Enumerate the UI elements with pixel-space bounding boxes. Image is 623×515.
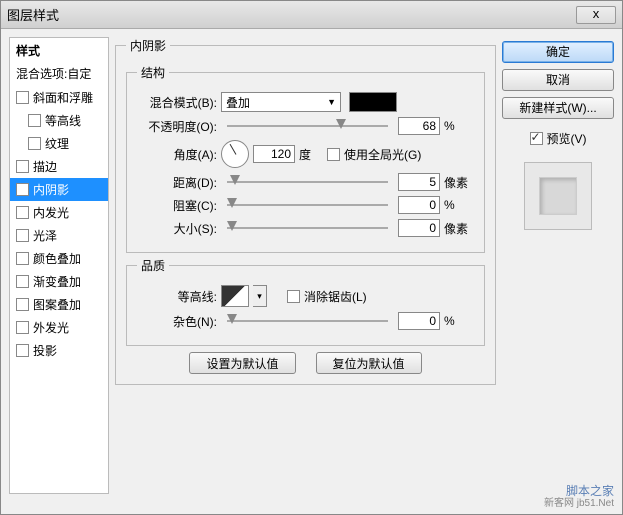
blendmode-label: 混合模式(B):: [137, 94, 217, 111]
sidebar-item-7[interactable]: 颜色叠加: [10, 247, 108, 270]
sidebar-header: 样式: [10, 38, 108, 63]
opacity-unit: %: [444, 119, 474, 133]
new-style-button[interactable]: 新建样式(W)...: [502, 97, 614, 119]
sidebar-checkbox-6[interactable]: [16, 229, 29, 242]
sidebar-label-2: 纹理: [45, 135, 69, 152]
cancel-button[interactable]: 取消: [502, 69, 614, 91]
sidebar-label-1: 等高线: [45, 112, 81, 129]
structure-fieldset: 结构 混合模式(B): 叠加 不透明度(O): 68 % 角度(A):: [126, 64, 485, 253]
angle-unit: 度: [299, 146, 311, 163]
size-input[interactable]: 0: [398, 219, 440, 237]
sidebar-item-9[interactable]: 图案叠加: [10, 293, 108, 316]
sidebar-label-0: 斜面和浮雕: [33, 89, 93, 106]
size-label: 大小(S):: [137, 220, 217, 237]
global-light-label: 使用全局光(G): [344, 146, 421, 163]
contour-picker[interactable]: [221, 285, 249, 307]
sidebar-item-6[interactable]: 光泽: [10, 224, 108, 247]
sidebar-checkbox-1[interactable]: [28, 114, 41, 127]
sidebar-label-9: 图案叠加: [33, 296, 81, 313]
blendmode-select[interactable]: 叠加: [221, 92, 341, 112]
close-button[interactable]: x: [576, 6, 616, 24]
set-default-button[interactable]: 设置为默认值: [189, 352, 295, 374]
quality-legend: 品质: [137, 257, 169, 274]
ok-button[interactable]: 确定: [502, 41, 614, 63]
sidebar-checkbox-4[interactable]: [16, 183, 29, 196]
structure-legend: 结构: [137, 64, 169, 81]
sidebar-label-8: 渐变叠加: [33, 273, 81, 290]
sidebar-item-10[interactable]: 外发光: [10, 316, 108, 339]
sidebar-label-10: 外发光: [33, 319, 69, 336]
sidebar-label-3: 描边: [33, 158, 57, 175]
distance-unit: 像素: [444, 174, 474, 191]
window-title: 图层样式: [7, 5, 576, 24]
contour-dropdown[interactable]: [253, 285, 267, 307]
panel-title: 内阴影: [126, 37, 170, 54]
main-fieldset: 内阴影 结构 混合模式(B): 叠加 不透明度(O): 68 %: [115, 37, 496, 385]
size-slider[interactable]: [227, 221, 388, 235]
sidebar-item-1[interactable]: 等高线: [10, 109, 108, 132]
sidebar-checkbox-10[interactable]: [16, 321, 29, 334]
sidebar-label-6: 光泽: [33, 227, 57, 244]
sidebar-checkbox-2[interactable]: [28, 137, 41, 150]
sidebar-item-5[interactable]: 内发光: [10, 201, 108, 224]
sidebar-checkbox-7[interactable]: [16, 252, 29, 265]
noise-label: 杂色(N):: [137, 313, 217, 330]
opacity-label: 不透明度(O):: [137, 118, 217, 135]
sidebar-item-4[interactable]: 内阴影: [10, 178, 108, 201]
settings-panel: 内阴影 结构 混合模式(B): 叠加 不透明度(O): 68 %: [115, 37, 496, 494]
titlebar[interactable]: 图层样式 x: [1, 1, 622, 29]
reset-default-button[interactable]: 复位为默认值: [316, 352, 422, 374]
sidebar-label-7: 颜色叠加: [33, 250, 81, 267]
sidebar-checkbox-5[interactable]: [16, 206, 29, 219]
sidebar-item-0[interactable]: 斜面和浮雕: [10, 86, 108, 109]
sidebar-item-8[interactable]: 渐变叠加: [10, 270, 108, 293]
choke-unit: %: [444, 198, 474, 212]
sidebar-label-4: 内阴影: [33, 181, 69, 198]
sidebar-item-11[interactable]: 投影: [10, 339, 108, 362]
right-panel: 确定 取消 新建样式(W)... 预览(V): [502, 37, 614, 494]
distance-label: 距离(D):: [137, 174, 217, 191]
size-unit: 像素: [444, 220, 474, 237]
sidebar-item-2[interactable]: 纹理: [10, 132, 108, 155]
sidebar-checkbox-8[interactable]: [16, 275, 29, 288]
color-swatch[interactable]: [349, 92, 397, 112]
sidebar-checkbox-11[interactable]: [16, 344, 29, 357]
blending-options[interactable]: 混合选项:自定: [10, 63, 108, 86]
angle-dial[interactable]: [221, 140, 249, 168]
global-light-checkbox[interactable]: [327, 148, 340, 161]
opacity-input[interactable]: 68: [398, 117, 440, 135]
choke-label: 阻塞(C):: [137, 197, 217, 214]
noise-input[interactable]: 0: [398, 312, 440, 330]
sidebar-checkbox-0[interactable]: [16, 91, 29, 104]
sidebar-label-11: 投影: [33, 342, 57, 359]
choke-slider[interactable]: [227, 198, 388, 212]
noise-slider[interactable]: [227, 314, 388, 328]
distance-input[interactable]: 5: [398, 173, 440, 191]
preview-box: [524, 162, 592, 230]
sidebar-item-3[interactable]: 描边: [10, 155, 108, 178]
opacity-slider[interactable]: [227, 119, 388, 133]
styles-sidebar: 样式 混合选项:自定 斜面和浮雕等高线纹理描边内阴影内发光光泽颜色叠加渐变叠加图…: [9, 37, 109, 494]
contour-label: 等高线:: [137, 288, 217, 305]
choke-input[interactable]: 0: [398, 196, 440, 214]
layer-style-dialog: 图层样式 x 样式 混合选项:自定 斜面和浮雕等高线纹理描边内阴影内发光光泽颜色…: [0, 0, 623, 515]
distance-slider[interactable]: [227, 175, 388, 189]
angle-input[interactable]: 120: [253, 145, 295, 163]
quality-fieldset: 品质 等高线: 消除锯齿(L) 杂色(N): 0 %: [126, 257, 485, 346]
sidebar-checkbox-3[interactable]: [16, 160, 29, 173]
sidebar-checkbox-9[interactable]: [16, 298, 29, 311]
preview-swatch: [539, 177, 577, 215]
noise-unit: %: [444, 314, 474, 328]
watermark: 脚本之家 新客网 jb51.Net: [544, 484, 614, 510]
preview-checkbox[interactable]: [530, 132, 543, 145]
antialias-checkbox[interactable]: [287, 290, 300, 303]
preview-label: 预览(V): [547, 130, 587, 147]
angle-label: 角度(A):: [137, 146, 217, 163]
sidebar-label-5: 内发光: [33, 204, 69, 221]
antialias-label: 消除锯齿(L): [304, 288, 367, 305]
